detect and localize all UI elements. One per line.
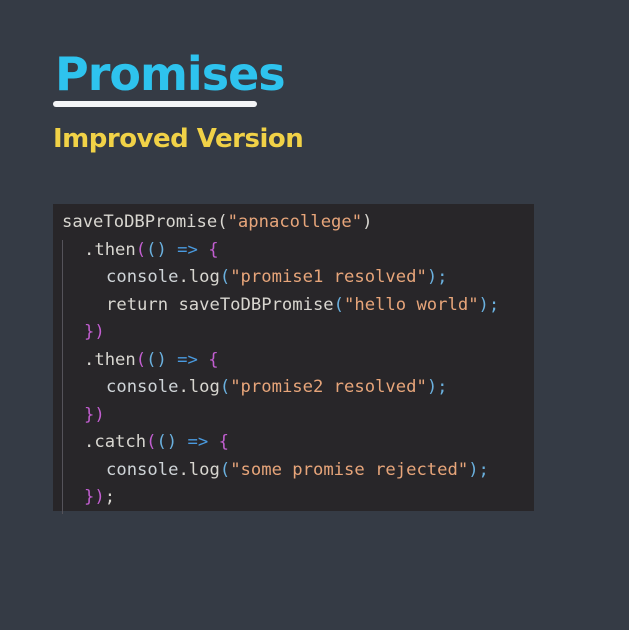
code-token: ; <box>104 487 116 507</box>
code-token: => <box>166 239 209 260</box>
code-token: ); <box>426 377 448 397</box>
code-token: ( <box>135 349 147 370</box>
code-token: () <box>146 349 167 370</box>
code-token: saveToDBPromise <box>62 212 218 232</box>
code-line: return saveToDBPromise("hello world"); <box>53 292 534 320</box>
code-token: "promise2 resolved" <box>230 377 427 397</box>
code-token: () <box>156 432 178 452</box>
code-line: .catch(() => { <box>53 429 534 457</box>
code-line: }) <box>53 319 534 347</box>
code-token: }) <box>84 404 105 425</box>
code-token: ) <box>362 212 373 232</box>
code-line: console.log("some promise rejected"); <box>53 457 534 485</box>
code-token: "promise1 resolved" <box>230 267 427 287</box>
code-token: console <box>106 267 179 287</box>
code-line: }); <box>53 484 534 512</box>
code-token: .log <box>178 459 220 480</box>
code-token: console <box>106 459 179 480</box>
code-token: () <box>146 239 167 260</box>
code-token: .catch <box>84 432 147 452</box>
code-token: }) <box>84 322 105 342</box>
slide-subtitle: Improved Version <box>53 124 304 154</box>
slide-title: Promises <box>55 47 286 101</box>
code-token: { <box>218 432 229 452</box>
code-token: }) <box>84 487 105 507</box>
code-token: return <box>106 294 179 315</box>
code-token: ); <box>478 294 500 315</box>
code-token: ); <box>426 267 448 287</box>
code-lines: saveToDBPromise("apnacollege") .then(() =… <box>53 209 534 512</box>
code-block: saveToDBPromise("apnacollege") .then(() =… <box>53 204 534 514</box>
code-token: => <box>177 432 219 452</box>
code-line: .then(() => { <box>53 237 534 265</box>
code-line: console.log("promise1 resolved"); <box>53 264 534 292</box>
code-token: ( <box>333 294 345 315</box>
code-token: "some promise rejected" <box>230 459 469 480</box>
code-token: .log <box>178 267 220 287</box>
code-token: .then <box>84 239 136 260</box>
code-token: ( <box>146 432 157 452</box>
title-underline <box>53 101 257 107</box>
code-token: ( <box>219 377 231 397</box>
code-token: .log <box>178 377 220 397</box>
code-token: => <box>166 349 209 370</box>
code-token: saveToDBPromise <box>178 294 334 315</box>
code-token: { <box>208 349 219 370</box>
code-token: ( <box>219 267 231 287</box>
code-token: { <box>208 239 219 260</box>
code-token: ( <box>135 239 147 260</box>
code-token: ( <box>219 459 231 480</box>
code-token: ); <box>468 459 489 480</box>
code-token: "apnacollege" <box>227 212 363 232</box>
code-token: .then <box>84 349 136 370</box>
code-line: .then(() => { <box>53 347 534 375</box>
code-token: ( <box>217 212 228 232</box>
code-token: console <box>106 377 179 397</box>
code-line: console.log("promise2 resolved"); <box>53 374 534 402</box>
code-token: "hello world" <box>344 294 479 315</box>
code-line: }) <box>53 402 534 430</box>
code-line: saveToDBPromise("apnacollege") <box>53 209 534 237</box>
